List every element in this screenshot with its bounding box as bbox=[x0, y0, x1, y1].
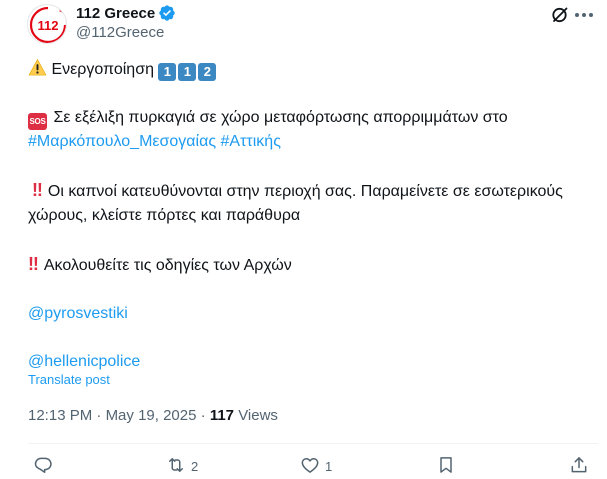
fire-text: Σε εξέλιξη πυρκαγιά σε χώρο μεταφόρτωσης… bbox=[53, 109, 508, 126]
mention-link[interactable]: @hellenicpolice bbox=[28, 353, 140, 370]
mention-line: @hellenicpolice bbox=[28, 350, 598, 374]
post-date[interactable]: May 19, 2025 bbox=[106, 407, 197, 424]
action-bar: 2 1 bbox=[0, 455, 607, 479]
user-handle[interactable]: @112Greece bbox=[76, 24, 164, 41]
meta-separator: · bbox=[200, 407, 210, 424]
more-dots-icon[interactable] bbox=[572, 6, 596, 24]
mention-link[interactable]: @pyrosvestiki bbox=[28, 305, 128, 322]
heart-icon bbox=[300, 455, 320, 478]
smoke-text: Οι καπνοί κατευθύνονται στην περιοχή σας… bbox=[28, 183, 563, 224]
name-row: 112 Greece bbox=[76, 3, 176, 23]
repost-icon bbox=[166, 455, 186, 478]
logo-112-icon: 112 bbox=[29, 6, 66, 43]
mention-line: @pyrosvestiki bbox=[28, 302, 598, 326]
meta-separator: · bbox=[96, 407, 106, 424]
views-label: Views bbox=[238, 407, 278, 424]
like-count: 1 bbox=[325, 458, 333, 474]
double-exclamation-icon: ‼ bbox=[32, 180, 43, 200]
display-name[interactable]: 112 Greece bbox=[76, 5, 155, 22]
number-box: 1 bbox=[178, 63, 197, 81]
dot bbox=[575, 13, 579, 17]
fire-line: SOS Σε εξέλιξη πυρκαγιά σε χώρο μεταφόρτ… bbox=[28, 106, 598, 154]
activation-text: Ενεργοποίηση bbox=[51, 61, 154, 78]
activation-line: Ενεργοποίηση 112 bbox=[28, 58, 598, 82]
bookmark-icon bbox=[436, 455, 456, 478]
number-box: 2 bbox=[198, 63, 217, 81]
smoke-line: ‼ Οι καπνοί κατευθύνονται στην περιοχή σα… bbox=[28, 178, 598, 228]
reply-icon bbox=[33, 455, 53, 478]
views-count: 117 bbox=[209, 407, 235, 424]
divider bbox=[28, 443, 598, 444]
post-text: Ενεργοποίηση 112 SOS Σε εξέλιξη πυρκαγιά… bbox=[28, 58, 598, 374]
svg-text:112: 112 bbox=[38, 18, 59, 33]
share-icon bbox=[569, 455, 589, 478]
dot bbox=[589, 13, 593, 17]
share-button[interactable] bbox=[569, 455, 589, 477]
sos-icon: SOS bbox=[28, 113, 47, 130]
repost-count: 2 bbox=[191, 458, 199, 474]
instructions-text: Ακολουθείτε τις οδηγίες των Αρχών bbox=[43, 257, 292, 274]
grok-icon[interactable] bbox=[550, 5, 570, 25]
post-time[interactable]: 12:13 PM bbox=[28, 407, 92, 424]
post-header: 112 112 Greece @112Greece bbox=[0, 0, 607, 50]
number-box: 1 bbox=[158, 63, 177, 81]
avatar[interactable]: 112 bbox=[27, 4, 67, 44]
warning-icon bbox=[28, 58, 47, 77]
instructions-line: ‼ Ακολουθείτε τις οδηγίες των Αρχών bbox=[28, 252, 598, 278]
hashtag-link[interactable]: #Μαρκόπουλο_Μεσογαίας bbox=[28, 133, 216, 150]
double-exclamation-icon: ‼ bbox=[28, 254, 39, 274]
bookmark-button[interactable] bbox=[436, 455, 456, 477]
dot bbox=[582, 13, 586, 17]
post-meta: 12:13 PM · May 19, 2025 · 117 Views bbox=[28, 407, 278, 424]
hashtag-link[interactable]: #Αττικής bbox=[221, 133, 281, 150]
verified-badge-icon bbox=[158, 4, 176, 22]
translate-post-link[interactable]: Translate post bbox=[28, 372, 110, 387]
repost-button[interactable]: 2 bbox=[166, 455, 198, 477]
reply-button[interactable] bbox=[33, 455, 58, 477]
like-button[interactable]: 1 bbox=[300, 455, 332, 477]
